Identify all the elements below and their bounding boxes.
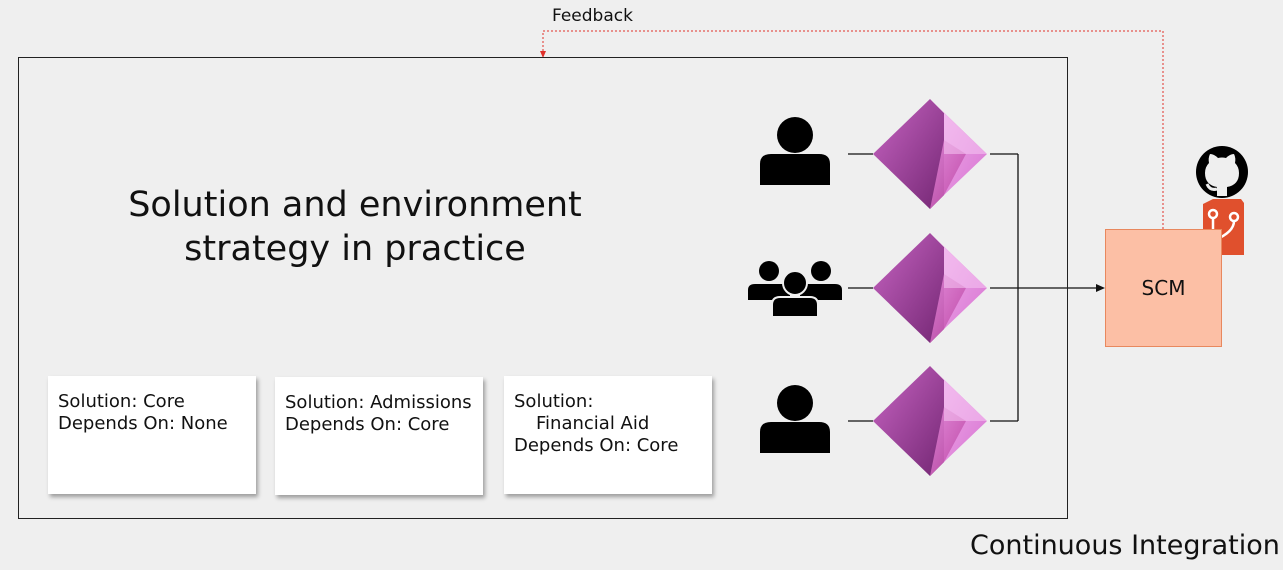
solution-dependency: Depends On: Core — [285, 414, 450, 435]
solution-dependency: Depends On: None — [58, 413, 228, 434]
diagram-title: Solution and environment strategy in pra… — [100, 183, 610, 271]
github-icon — [1196, 146, 1248, 198]
solution-name-prefix: Solution: — [514, 391, 594, 412]
title-line-2: strategy in practice — [184, 229, 526, 269]
arrowhead-to-scm — [1096, 284, 1105, 292]
solution-card-financial-aid: Solution: Financial Aid Depends On: Core — [504, 376, 712, 494]
title-line-1: Solution and environment — [128, 185, 582, 225]
continuous-integration-label: Continuous Integration — [970, 530, 1280, 561]
solution-name: Financial Aid — [536, 413, 650, 434]
solution-card-admissions: Solution: Admissions Depends On: Core — [275, 377, 483, 495]
solution-card-core: Solution: Core Depends On: None — [48, 376, 256, 494]
solution-name: Solution: Admissions — [285, 392, 472, 413]
scm-label: SCM — [1141, 276, 1186, 300]
feedback-label: Feedback — [552, 6, 633, 26]
solution-name: Solution: Core — [58, 391, 185, 412]
scm-box: SCM — [1105, 229, 1222, 347]
solution-dependency: Depends On: Core — [514, 435, 679, 456]
